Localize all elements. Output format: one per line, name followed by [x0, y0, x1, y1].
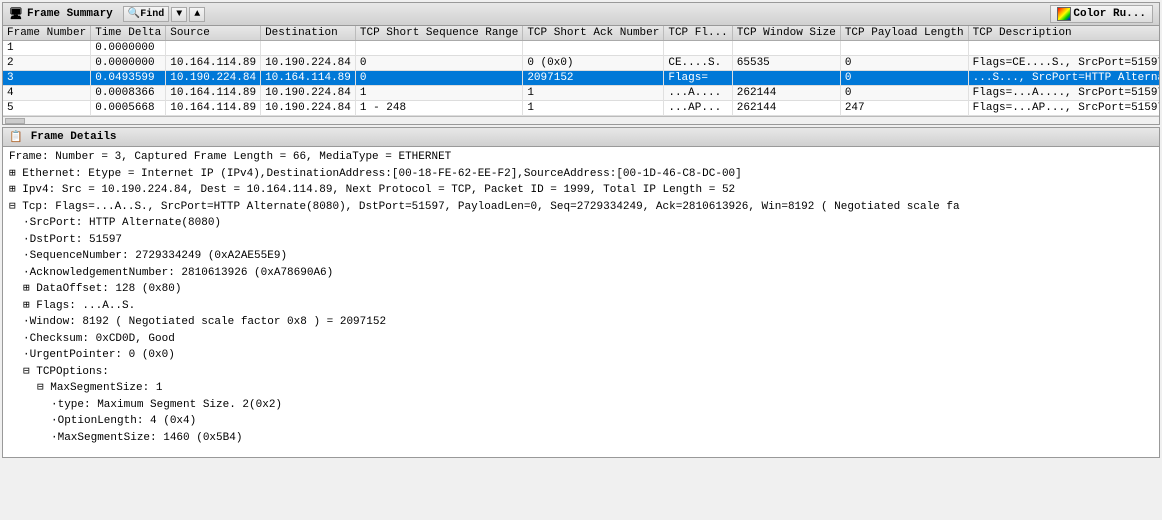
col-time-delta: Time Delta	[91, 26, 166, 41]
detail-line[interactable]: ⊞ Flags: ...A..S.	[7, 298, 1155, 315]
color-rule-label: Color Ru...	[1073, 8, 1146, 20]
find-label: Find	[140, 9, 164, 20]
scroll-thumb[interactable]	[5, 118, 25, 124]
table-row[interactable]: 50.000566810.164.114.8910.190.224.841 - …	[3, 101, 1159, 116]
col-frame-number: Frame Number	[3, 26, 91, 41]
frame-summary-toolbar: 🖥 Frame Summary 🔍 Find ▼ ▲ Color Ru...	[9, 5, 1153, 23]
color-rule-icon	[1057, 7, 1071, 21]
detail-line: ·type: Maximum Segment Size. 2(0x2)	[7, 397, 1155, 414]
frame-summary-title: Frame Summary	[27, 8, 113, 20]
detail-line[interactable]: ⊞ DataOffset: 128 (0x80)	[7, 281, 1155, 298]
table-row[interactable]: 10.0000000	[3, 41, 1159, 56]
detail-line: ·OptionLength: 4 (0x4)	[7, 413, 1155, 430]
detail-line: ·DstPort: 51597	[7, 232, 1155, 249]
detail-line: ·Window: 8192 ( Negotiated scale factor …	[7, 314, 1155, 331]
col-tcp-fl: TCP Fl...	[664, 26, 732, 41]
detail-line[interactable]: ⊟ MaxSegmentSize: 1	[7, 380, 1155, 397]
frame-icon: 🖥	[9, 7, 23, 21]
col-destination: Destination	[261, 26, 356, 41]
details-icon: 📋	[9, 130, 23, 144]
col-tcp-seq: TCP Short Sequence Range	[355, 26, 522, 41]
col-tcp-ack: TCP Short Ack Number	[523, 26, 664, 41]
find-button[interactable]: 🔍 Find	[123, 6, 169, 22]
detail-line[interactable]: ⊟ TCPOptions:	[7, 364, 1155, 381]
up-arrow-icon: ▲	[194, 9, 200, 20]
color-rule-button[interactable]: Color Ru...	[1050, 5, 1153, 23]
detail-line[interactable]: ⊞ Ethernet: Etype = Internet IP (IPv4),D…	[7, 166, 1155, 183]
detail-line: ·Checksum: 0xCD0D, Good	[7, 331, 1155, 348]
table-row[interactable]: 30.049359910.190.224.8410.164.114.890209…	[3, 71, 1159, 86]
detail-line: Frame: Number = 3, Captured Frame Length…	[7, 149, 1155, 166]
table-row[interactable]: 40.000836610.164.114.8910.190.224.8411..…	[3, 86, 1159, 101]
frame-summary-table: Frame Number Time Delta Source Destinati…	[3, 26, 1159, 116]
detail-line[interactable]: ⊞ Ipv4: Src = 10.190.224.84, Dest = 10.1…	[7, 182, 1155, 199]
col-tcp-payload: TCP Payload Length	[840, 26, 968, 41]
frame-details-content: Frame: Number = 3, Captured Frame Length…	[3, 147, 1159, 457]
frame-details-header: 📋 Frame Details	[3, 128, 1159, 147]
down-button[interactable]: ▼	[171, 7, 187, 22]
scroll-bar[interactable]	[3, 116, 1159, 124]
detail-line: ·AcknowledgementNumber: 2810613926 (0xA7…	[7, 265, 1155, 282]
detail-line: ·SrcPort: HTTP Alternate(8080)	[7, 215, 1155, 232]
frame-summary-table-container: Frame Number Time Delta Source Destinati…	[3, 26, 1159, 116]
col-source: Source	[166, 26, 261, 41]
frame-details-title: Frame Details	[31, 131, 117, 143]
frame-details-panel: 📋 Frame Details Frame: Number = 3, Captu…	[2, 127, 1160, 458]
find-icon: 🔍	[128, 8, 140, 20]
col-tcp-window: TCP Window Size	[732, 26, 840, 41]
down-arrow-icon: ▼	[176, 9, 182, 20]
detail-line: ·SequenceNumber: 2729334249 (0xA2AE55E9)	[7, 248, 1155, 265]
table-header-row: Frame Number Time Delta Source Destinati…	[3, 26, 1159, 41]
frame-summary-panel: 🖥 Frame Summary 🔍 Find ▼ ▲ Color Ru...	[2, 2, 1160, 125]
frame-summary-header: 🖥 Frame Summary 🔍 Find ▼ ▲ Color Ru...	[3, 3, 1159, 26]
detail-line: ·MaxSegmentSize: 1460 (0x5B4)	[7, 430, 1155, 447]
table-row[interactable]: 20.000000010.164.114.8910.190.224.8400 (…	[3, 56, 1159, 71]
col-tcp-desc: TCP Description	[968, 26, 1159, 41]
detail-line: ·UrgentPointer: 0 (0x0)	[7, 347, 1155, 364]
up-button[interactable]: ▲	[189, 7, 205, 22]
detail-line[interactable]: ⊟ Tcp: Flags=...A..S., SrcPort=HTTP Alte…	[7, 199, 1155, 216]
